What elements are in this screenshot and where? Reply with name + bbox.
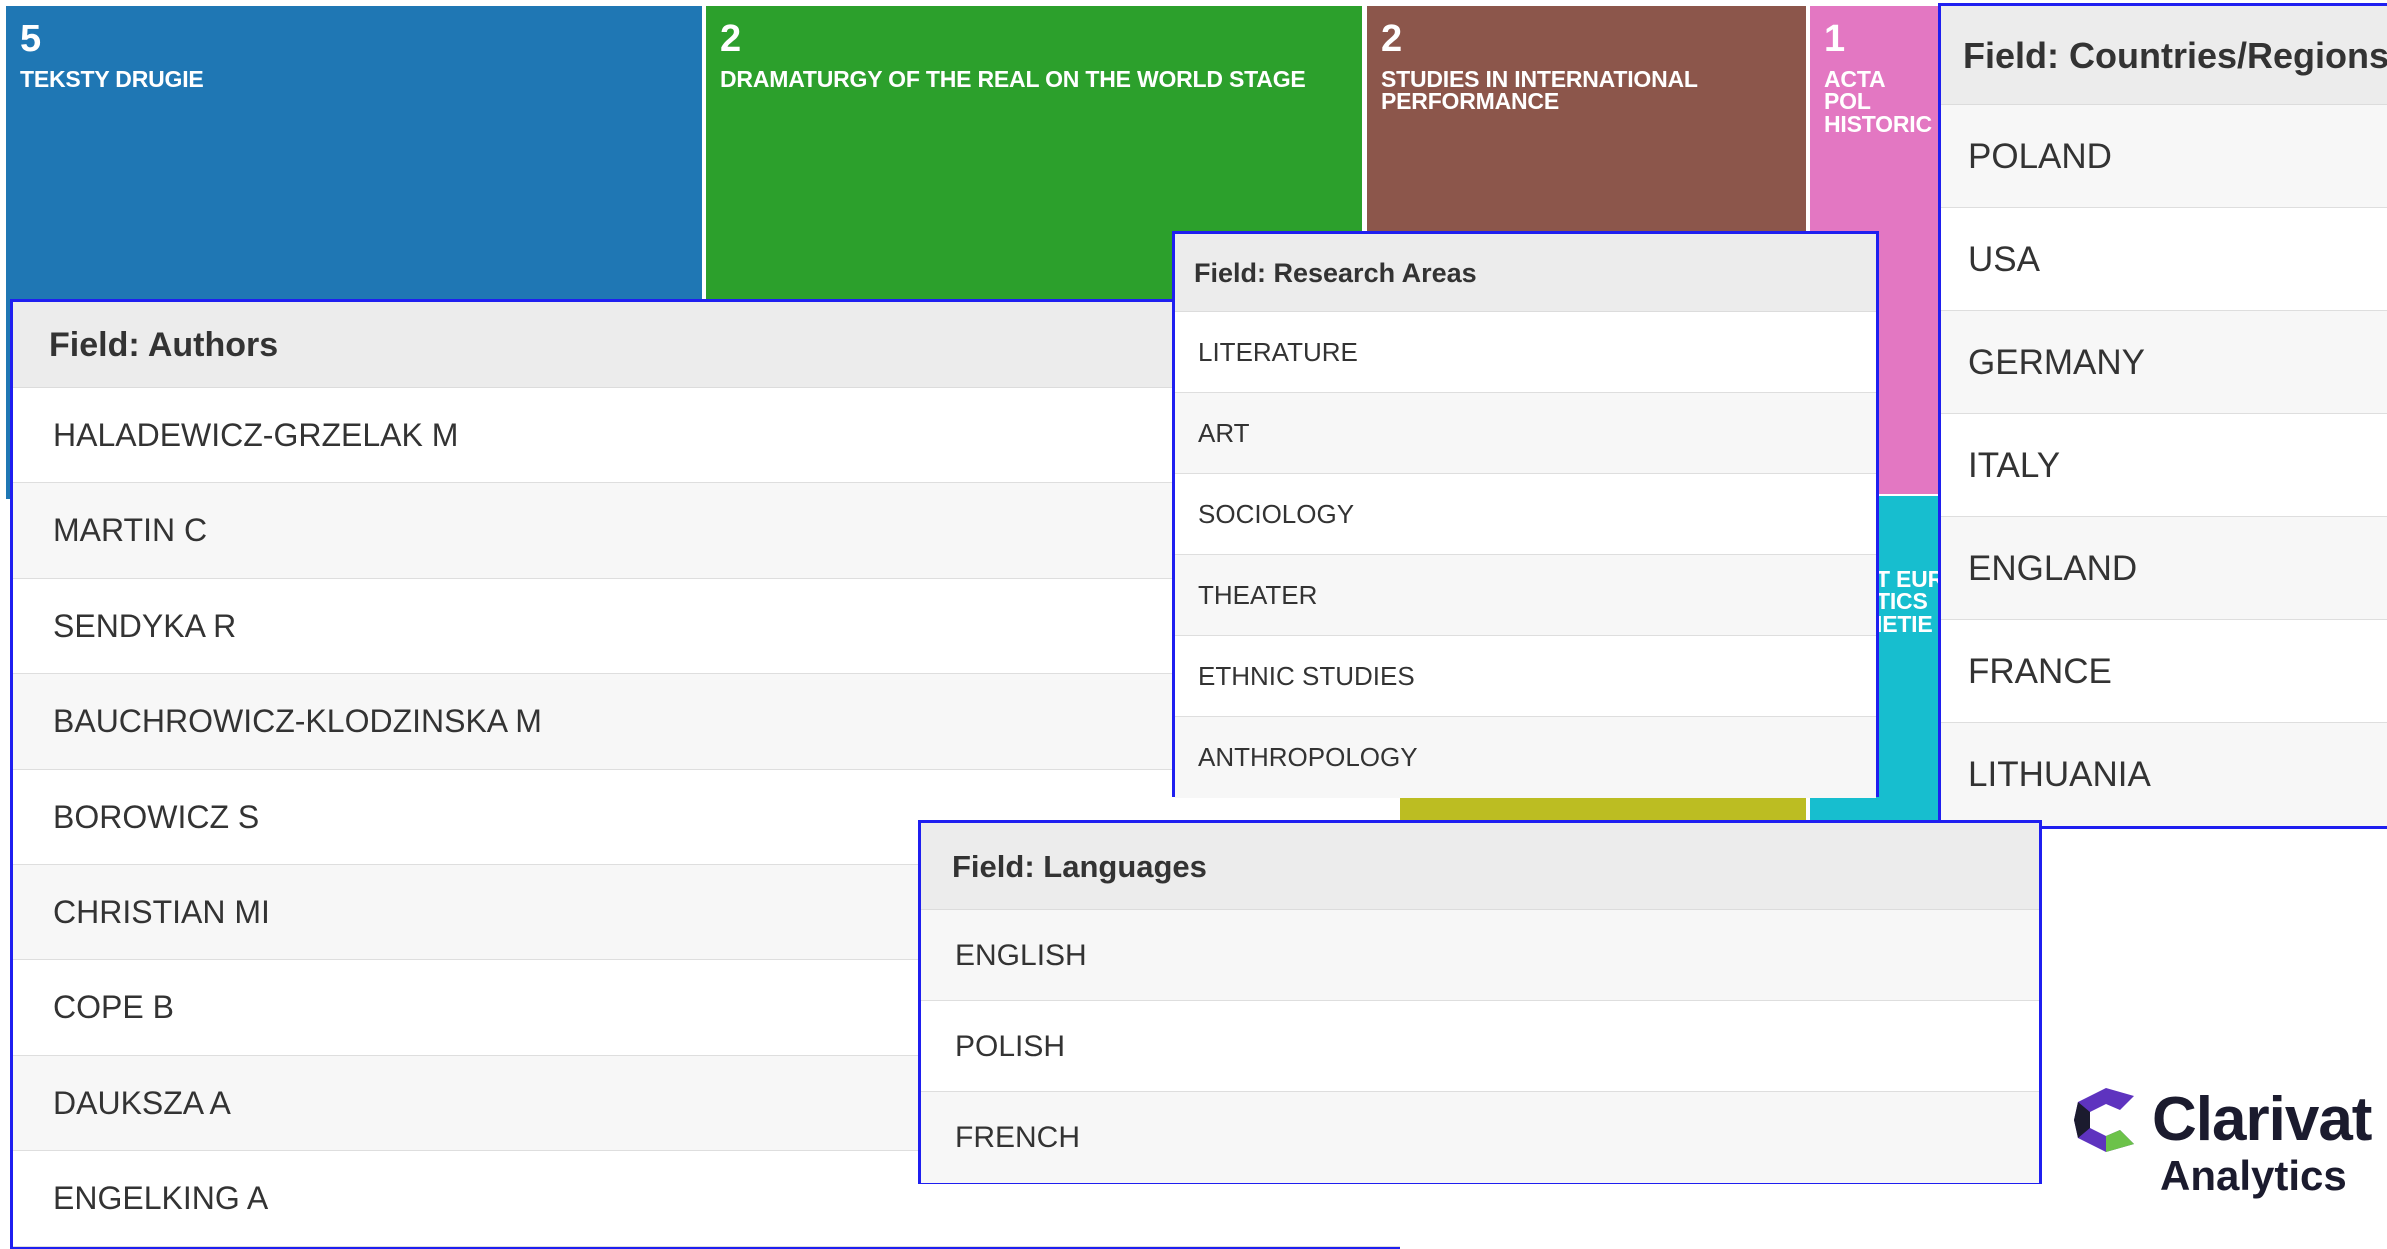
tile-name: STUDIES IN INTERNATIONAL PERFORMANCE xyxy=(1381,66,1698,115)
research-area-item[interactable]: LITERATURE xyxy=(1175,312,1876,393)
research-areas-panel-header: Field: Research Areas xyxy=(1175,234,1876,312)
logo-brand-text: Clarivat xyxy=(2152,1085,2372,1154)
language-item[interactable]: FRENCH xyxy=(921,1092,2039,1183)
research-areas-panel: Field: Research Areas LITERATURE ART SOC… xyxy=(1172,231,1879,798)
research-area-item[interactable]: THEATER xyxy=(1175,555,1876,636)
clarivate-mark-icon xyxy=(2074,1088,2134,1152)
clarivate-logo: Clarivat Analytics xyxy=(2068,1080,2387,1210)
tile-count: 1 xyxy=(1824,18,1846,60)
tile-count: 2 xyxy=(720,18,742,60)
languages-panel-header: Field: Languages xyxy=(921,823,2039,910)
tile-count: 2 xyxy=(1381,18,1403,60)
research-area-item[interactable]: ANTHROPOLOGY xyxy=(1175,717,1876,798)
country-item[interactable]: GERMANY xyxy=(1941,311,2387,414)
tile-name: TEKSTY DRUGIE xyxy=(20,66,204,92)
tile-count: 5 xyxy=(20,18,42,60)
research-area-item[interactable]: ART xyxy=(1175,393,1876,474)
country-item[interactable]: ITALY xyxy=(1941,414,2387,517)
countries-panel: Field: Countries/Regions POLAND USA GERM… xyxy=(1938,3,2387,829)
country-item[interactable]: POLAND xyxy=(1941,105,2387,208)
research-area-item[interactable]: SOCIOLOGY xyxy=(1175,474,1876,555)
country-item[interactable]: LITHUANIA xyxy=(1941,723,2387,826)
country-item[interactable]: USA xyxy=(1941,208,2387,311)
research-area-item[interactable]: ETHNIC STUDIES xyxy=(1175,636,1876,717)
logo-sub-text: Analytics xyxy=(2160,1152,2347,1199)
tile-name: ACTA POL HISTORIC xyxy=(1824,66,1932,137)
language-item[interactable]: ENGLISH xyxy=(921,910,2039,1001)
language-item[interactable]: POLISH xyxy=(921,1001,2039,1092)
tile-name: DRAMATURGY OF THE REAL ON THE WORLD STAG… xyxy=(720,66,1306,92)
country-item[interactable]: FRANCE xyxy=(1941,620,2387,723)
country-item[interactable]: ENGLAND xyxy=(1941,517,2387,620)
countries-panel-header: Field: Countries/Regions xyxy=(1941,6,2387,105)
languages-panel: Field: Languages ENGLISH POLISH FRENCH xyxy=(918,820,2042,1184)
